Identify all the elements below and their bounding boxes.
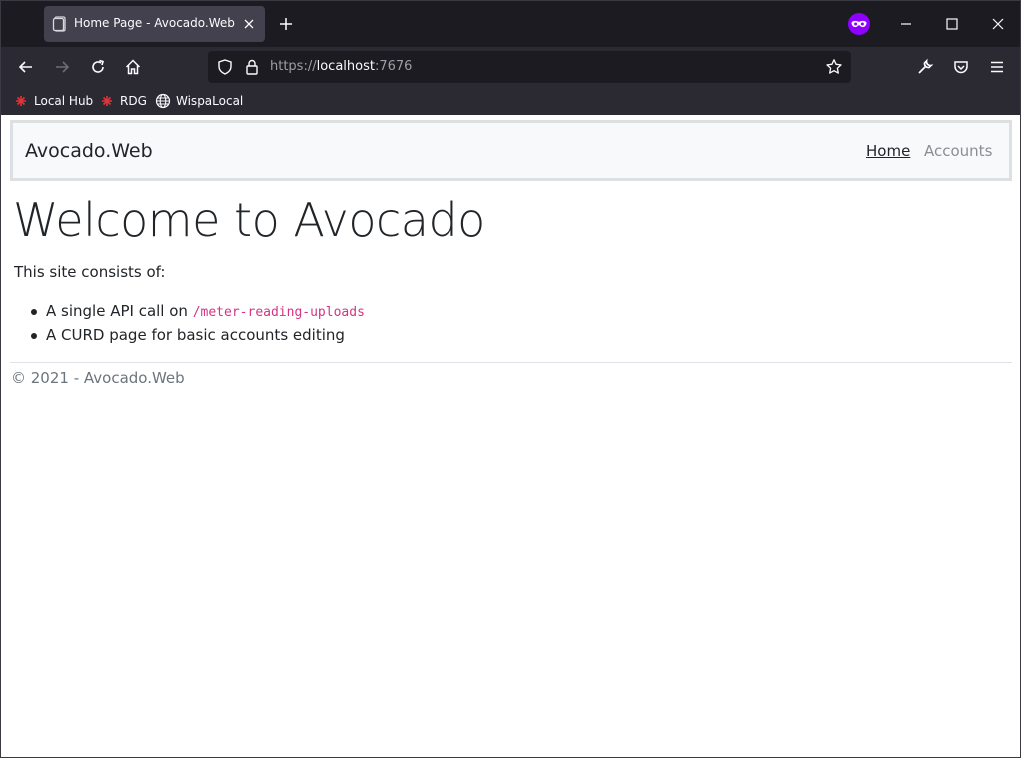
- private-browsing-icon: [848, 13, 870, 35]
- tab-home-page[interactable]: Home Page - Avocado.Web: [44, 6, 265, 42]
- url-text[interactable]: https://localhost:7676: [270, 59, 412, 74]
- tab-strip: Home Page - Avocado.Web: [1, 1, 1020, 47]
- bookmark-wispalocal[interactable]: WispaLocal: [155, 93, 243, 109]
- footer-divider: [10, 362, 1012, 363]
- pocket-icon[interactable]: [952, 58, 970, 76]
- tab-title: Home Page - Avocado.Web: [74, 16, 235, 30]
- bookmark-local-hub[interactable]: Local Hub: [13, 93, 93, 109]
- close-window-icon[interactable]: [990, 16, 1006, 32]
- close-icon[interactable]: [241, 16, 257, 32]
- bookmark-label: Local Hub: [34, 94, 94, 108]
- footer-text: © 2021 - Avocado.Web: [11, 369, 185, 387]
- nav-link-accounts[interactable]: Accounts: [924, 142, 992, 160]
- url-host: localhost: [316, 59, 375, 74]
- wrench-icon[interactable]: [916, 58, 934, 76]
- home-icon[interactable]: [124, 58, 142, 76]
- url-port: :7676: [374, 59, 413, 74]
- plus-icon[interactable]: [278, 16, 294, 32]
- forward-icon[interactable]: [53, 58, 71, 76]
- brand-link[interactable]: Avocado.Web: [25, 140, 153, 162]
- bookmark-label: RDG: [120, 94, 147, 108]
- red-star-icon: [102, 96, 112, 106]
- maximize-icon[interactable]: [944, 16, 960, 32]
- list-item: A single API call on /meter-reading-uplo…: [31, 302, 365, 326]
- reload-icon[interactable]: [89, 58, 107, 76]
- back-icon[interactable]: [17, 58, 35, 76]
- bookmark-label: WispaLocal: [176, 94, 244, 108]
- page-icon: [52, 16, 66, 32]
- api-route-code: /meter-reading-uploads: [192, 305, 365, 320]
- globe-icon: [155, 93, 171, 109]
- address-bar[interactable]: https://localhost:7676: [208, 51, 851, 83]
- star-icon[interactable]: [825, 58, 843, 76]
- shield-icon[interactable]: [216, 58, 234, 76]
- site-navbar: Avocado.Web Home Accounts: [10, 120, 1012, 181]
- red-star-icon: [16, 96, 26, 106]
- menu-icon[interactable]: [988, 58, 1006, 76]
- minimize-icon[interactable]: [898, 16, 914, 32]
- browser-window: Home Page - Avocado.Web https://localhos…: [0, 0, 1021, 758]
- nav-link-home[interactable]: Home: [866, 142, 910, 160]
- lock-icon[interactable]: [243, 58, 261, 76]
- feature-list: A single API call on /meter-reading-uplo…: [31, 302, 365, 350]
- list-item-text: A single API call on: [46, 302, 193, 320]
- bullet: [31, 309, 37, 315]
- bookmark-rdg[interactable]: RDG: [99, 93, 147, 109]
- page-content: Avocado.Web Home Accounts Welcome to Avo…: [1, 115, 1020, 757]
- bullet: [31, 333, 37, 339]
- bookmarks-toolbar: Local Hub RDG WispaLocal: [1, 87, 1020, 115]
- list-item: A CURD page for basic accounts editing: [31, 326, 365, 350]
- url-scheme: https://: [270, 59, 317, 74]
- page-title: Welcome to Avocado: [13, 193, 485, 247]
- intro-text: This site consists of:: [14, 263, 166, 281]
- navigation-toolbar: https://localhost:7676: [1, 47, 1020, 87]
- list-item-text: A CURD page for basic accounts editing: [46, 326, 345, 344]
